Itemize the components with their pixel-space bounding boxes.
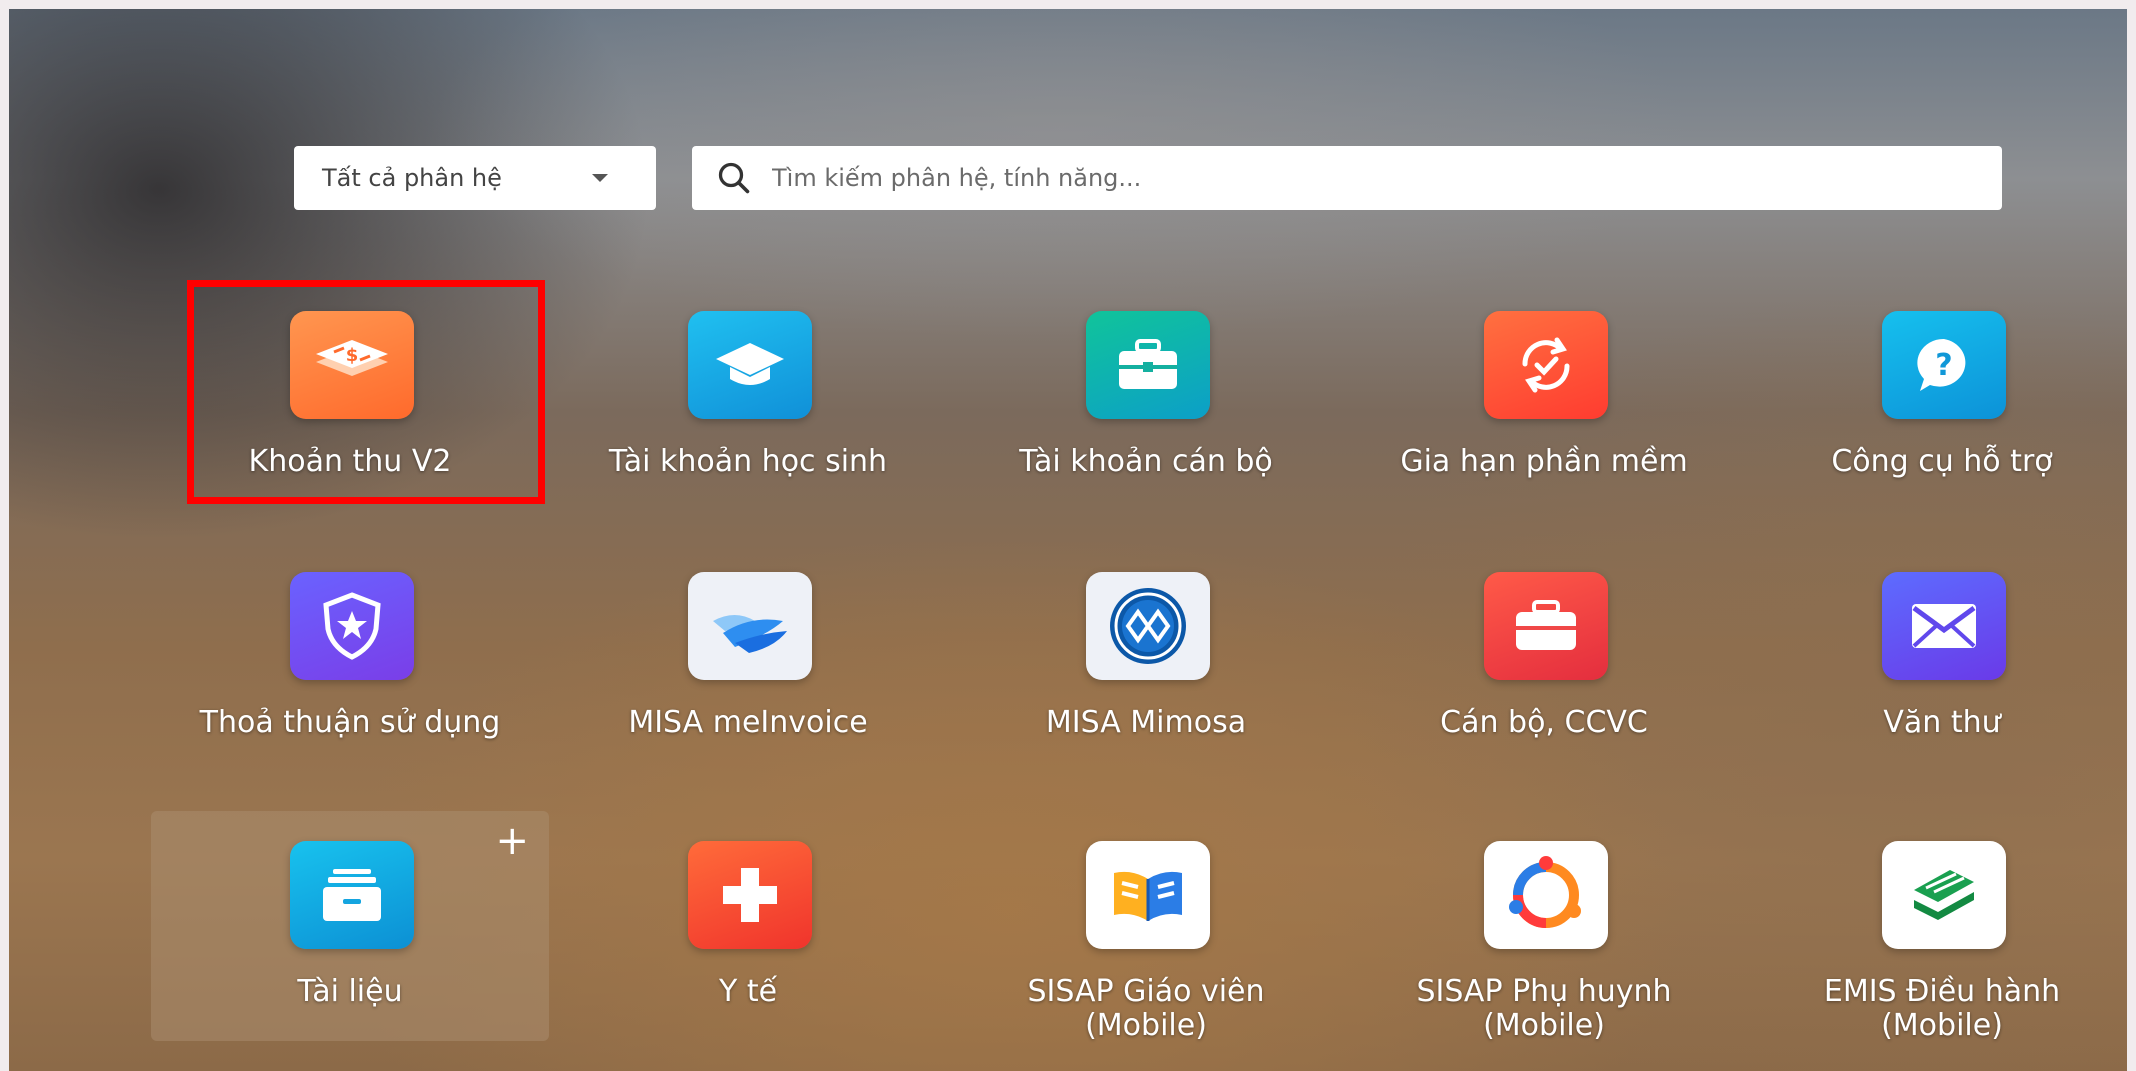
app-label-line2: (Mobile) — [1085, 1008, 1207, 1043]
app-label: MISA meInvoice — [628, 705, 868, 740]
app-tile-misa-mimosa[interactable]: MISA Mimosa — [947, 572, 1345, 802]
app-tile-y-te[interactable]: Y tế — [549, 841, 947, 1071]
add-favorite-button[interactable]: + — [495, 821, 529, 861]
app-label: Thoả thuận sử dụng — [199, 705, 501, 740]
app-label: Cán bộ, CCVC — [1440, 705, 1648, 740]
svg-text:$: $ — [346, 345, 359, 366]
medical-cross-icon — [688, 841, 812, 949]
family-circle-icon — [1484, 841, 1608, 949]
app-label-line2: (Mobile) — [1483, 1008, 1605, 1043]
app-label: EMIS Điều hành (Mobile) — [1743, 975, 2127, 1043]
search-box[interactable] — [692, 146, 2002, 210]
envelope-icon — [1882, 572, 2006, 680]
refresh-check-icon — [1484, 311, 1608, 419]
app-label: Tài khoản học sinh — [608, 444, 888, 479]
app-tile-sisap-phu-huynh[interactable]: SISAP Phụ huynh (Mobile) — [1345, 841, 1743, 1071]
app-tile-gia-han-phan-mem[interactable]: Gia hạn phần mềm — [1345, 311, 1743, 541]
app-label: Văn thư — [1883, 705, 2001, 740]
app-tile-van-thu[interactable]: Văn thư — [1743, 572, 2127, 802]
app-tile-cong-cu-ho-tro[interactable]: ? Công cụ hỗ trợ — [1743, 311, 2127, 541]
shield-star-icon — [290, 572, 414, 680]
search-icon — [718, 162, 750, 194]
app-label: Khoản thu V2 — [248, 444, 452, 479]
briefcase-icon — [1086, 311, 1210, 419]
app-tile-thoa-thuan-su-dung[interactable]: Thoả thuận sử dụng — [151, 572, 549, 802]
meinvoice-logo-icon — [688, 572, 812, 680]
app-label: Tài liệu — [297, 974, 403, 1009]
app-label-line1: SISAP Phụ huynh — [1416, 974, 1672, 1009]
dollar-layers-icon: $ — [290, 311, 414, 419]
app-tile-sisap-giao-vien[interactable]: SISAP Giáo viên (Mobile) — [947, 841, 1345, 1071]
app-label: Tài khoản cán bộ — [1019, 444, 1273, 479]
app-tile-tai-khoan-hoc-sinh[interactable]: Tài khoản học sinh — [549, 311, 947, 541]
app-tile-tai-lieu[interactable]: + Tài liệu — [151, 811, 549, 1041]
app-label: SISAP Phụ huynh (Mobile) — [1345, 975, 1743, 1043]
app-tile-misa-meinvoice[interactable]: MISA meInvoice — [549, 572, 947, 802]
archive-box-icon — [290, 841, 414, 949]
chevron-down-icon — [592, 174, 608, 182]
module-filter-dropdown[interactable]: Tất cả phân hệ — [294, 146, 656, 210]
app-label: SISAP Giáo viên (Mobile) — [947, 975, 1345, 1043]
app-tile-tai-khoan-can-bo[interactable]: Tài khoản cán bộ — [947, 311, 1345, 541]
app-label: Gia hạn phần mềm — [1400, 444, 1688, 479]
open-book-icon — [1086, 841, 1210, 949]
app-label: Y tế — [718, 974, 778, 1009]
app-label: Công cụ hỗ trợ — [1831, 444, 2053, 479]
app-label-line1: SISAP Giáo viên — [1027, 974, 1265, 1009]
module-filter-value: Tất cả phân hệ — [322, 164, 502, 192]
emis-layers-icon — [1882, 841, 2006, 949]
app-tile-emis-dieu-hanh[interactable]: EMIS Điều hành (Mobile) — [1743, 841, 2127, 1071]
app-tile-khoan-thu-v2[interactable]: $ Khoản thu V2 — [151, 311, 549, 541]
app-label: MISA Mimosa — [1045, 705, 1247, 740]
search-input[interactable] — [770, 163, 1954, 193]
svg-text:?: ? — [1935, 348, 1952, 383]
mimosa-logo-icon — [1086, 572, 1210, 680]
suitcase-icon — [1484, 572, 1608, 680]
graduation-cap-icon — [688, 311, 812, 419]
app-launcher-background: Tất cả phân hệ $ Khoản thu V2 Tài — [9, 9, 2127, 1071]
app-label-line1: EMIS Điều hành — [1823, 974, 2061, 1009]
app-tile-can-bo-ccvc[interactable]: Cán bộ, CCVC — [1345, 572, 1743, 802]
help-bubble-icon: ? — [1882, 311, 2006, 419]
app-label-line2: (Mobile) — [1881, 1008, 2003, 1043]
